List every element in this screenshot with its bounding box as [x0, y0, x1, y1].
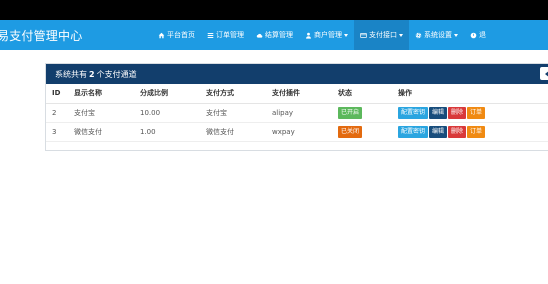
config-key-button[interactable]: 配置密钥 [398, 125, 429, 138]
cell-method: 微信支付 [206, 122, 272, 142]
nav-item-system-settings[interactable]: 系统设置 [409, 20, 464, 50]
user-icon [306, 32, 311, 39]
nav-item-label: 结算管理 [265, 31, 293, 39]
cell-plugin: wxpay [272, 122, 338, 142]
nav-item-logout[interactable]: 退 [464, 20, 492, 50]
nav-item-payment-interface[interactable]: 支付接口 [354, 20, 409, 50]
main-nav: 平台首页 订单管理 结算管理 商户管理 支付接口 系统设置 退 [152, 20, 492, 50]
edit-button[interactable]: 编辑 [429, 125, 448, 138]
col-rate: 分成比例 [140, 84, 206, 104]
col-method: 支付方式 [206, 84, 272, 104]
cell-plugin: alipay [272, 103, 338, 123]
orders-button[interactable]: 订单 [467, 125, 486, 138]
cell-rate: 1.00 [140, 122, 206, 142]
cell-method: 支付宝 [206, 103, 272, 123]
table-header-row: ID 显示名称 分成比例 支付方式 支付插件 状态 操作 [46, 84, 548, 104]
nav-item-home[interactable]: 平台首页 [152, 20, 201, 50]
col-id: ID [46, 84, 74, 104]
table-row: 3 微信支付 1.00 微信支付 wxpay 已关闭 配置密钥 编辑 删除 订单 [46, 122, 548, 142]
nav-item-settlement[interactable]: 结算管理 [250, 20, 299, 50]
nav-item-label: 退 [479, 31, 486, 39]
col-status: 状态 [338, 84, 398, 104]
nav-item-orders[interactable]: 订单管理 [201, 20, 250, 50]
list-icon [207, 32, 214, 38]
cell-id: 2 [46, 103, 74, 123]
nav-item-label: 订单管理 [216, 31, 244, 39]
top-navbar: 易支付管理中心 平台首页 订单管理 结算管理 商户管理 支付接口 系统设置 退 [0, 20, 548, 50]
cell-status: 已关闭 [338, 122, 398, 142]
panel-heading-suffix: 个支付通道 [96, 69, 137, 79]
table-row: 2 支付宝 10.00 支付宝 alipay 已开启 配置密钥 编辑 删除 订单 [46, 103, 548, 123]
gear-icon [415, 32, 422, 38]
cell-rate: 10.00 [140, 103, 206, 123]
nav-item-merchants[interactable]: 商户管理 [299, 20, 354, 50]
delete-button[interactable]: 删除 [448, 125, 467, 138]
cell-name: 微信支付 [74, 122, 140, 142]
chevron-down-icon [344, 33, 348, 37]
chevron-down-icon [399, 33, 403, 37]
col-actions: 操作 [398, 84, 548, 104]
window-top-bar [0, 0, 548, 20]
logout-icon [470, 32, 477, 38]
home-icon [158, 32, 165, 38]
orders-button[interactable]: 订单 [467, 106, 486, 119]
channel-count: 2 [89, 69, 95, 79]
payment-channels-panel: 系统共有 2 个支付通道 ID 显示名称 分成比例 支付方式 支付插件 状态 操… [45, 63, 548, 151]
cloud-icon [256, 33, 263, 38]
nav-item-label: 支付接口 [369, 31, 397, 39]
nav-item-label: 商户管理 [314, 31, 342, 39]
config-key-button[interactable]: 配置密钥 [398, 106, 429, 119]
nav-item-label: 系统设置 [424, 31, 452, 39]
brand-title[interactable]: 易支付管理中心 [0, 27, 82, 44]
status-toggle-button[interactable]: 已开启 [338, 106, 363, 119]
nav-item-label: 平台首页 [167, 31, 195, 39]
edit-button[interactable]: 编辑 [429, 106, 448, 119]
cell-actions: 配置密钥 编辑 删除 订单 [398, 103, 548, 123]
panel-heading-prefix: 系统共有 [55, 69, 87, 79]
back-button[interactable] [540, 67, 548, 80]
col-display-name: 显示名称 [74, 84, 140, 104]
cell-actions: 配置密钥 编辑 删除 订单 [398, 122, 548, 142]
channels-table: ID 显示名称 分成比例 支付方式 支付插件 状态 操作 2 支付宝 10.00… [46, 84, 548, 142]
chevron-down-icon [454, 33, 458, 37]
cell-status: 已开启 [338, 103, 398, 123]
col-plugin: 支付插件 [272, 84, 338, 104]
cell-name: 支付宝 [74, 103, 140, 123]
cell-id: 3 [46, 122, 74, 142]
panel-heading: 系统共有 2 个支付通道 [46, 64, 548, 84]
card-icon [360, 32, 367, 38]
delete-button[interactable]: 删除 [448, 106, 467, 119]
status-toggle-button[interactable]: 已关闭 [338, 125, 363, 138]
